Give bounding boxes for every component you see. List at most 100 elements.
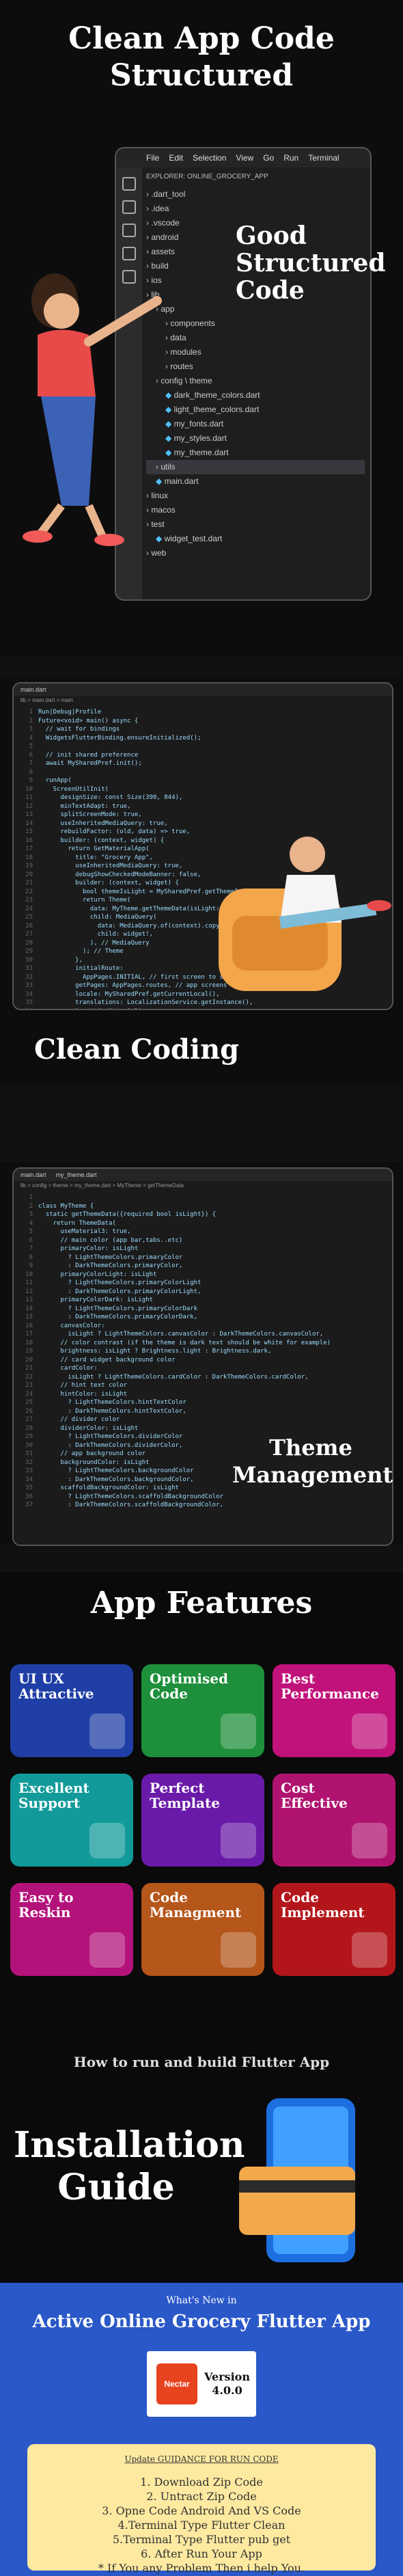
- version-card: Nectar Version 4.0.0: [147, 2351, 256, 2417]
- explorer-item[interactable]: › utils: [146, 460, 365, 474]
- line-number: 14: [25, 819, 33, 827]
- dart-file-icon: ◆: [165, 390, 174, 400]
- line-number: 4: [29, 1219, 33, 1227]
- hero-title-line2: Structured: [109, 58, 294, 93]
- explorer-item[interactable]: ◆ my_theme.dart: [146, 446, 365, 460]
- editor-tab[interactable]: my_theme.dart: [56, 1169, 97, 1181]
- explorer-item[interactable]: › linux: [146, 489, 365, 503]
- code-text: rebuildFactor: (old, data) => true,: [38, 828, 191, 835]
- guide-step: 6. After Run Your App: [141, 2547, 262, 2560]
- caption-line2: Management: [232, 1462, 393, 1488]
- code-line: 27 // divider color: [18, 1415, 392, 1424]
- explorer-item[interactable]: ◆ my_styles.dart: [146, 431, 365, 446]
- files-icon[interactable]: [122, 177, 136, 191]
- explorer-item[interactable]: › components: [146, 316, 365, 331]
- explorer-item[interactable]: ◆ main.dart: [146, 474, 365, 489]
- version-label: Version: [204, 2370, 250, 2383]
- code-line: 25 ? LightThemeColors.hintTextColor: [18, 1398, 392, 1407]
- line-number: 29: [25, 1433, 33, 1440]
- explorer-item-label: assets: [151, 247, 176, 256]
- line-number: 11: [25, 794, 33, 801]
- code-line: 23 // hint text color: [18, 1381, 392, 1390]
- chair-illustration: [219, 837, 391, 991]
- explorer-item[interactable]: ◆ light_theme_colors.dart: [146, 403, 365, 417]
- explorer-item[interactable]: › web: [146, 546, 365, 560]
- code-line: 7 primaryColor: isLight: [18, 1245, 392, 1253]
- editor-tab[interactable]: main.dart: [20, 1169, 46, 1181]
- code-text: isLight ? LightThemeColors.canvasColor :…: [38, 1331, 324, 1338]
- editor-breadcrumb: lib > main.dart > main: [20, 697, 73, 703]
- code-line: 2 class MyTheme {: [18, 1202, 392, 1211]
- explorer-item[interactable]: › data: [146, 331, 365, 345]
- hero-title-line1: Clean App Code: [68, 21, 335, 56]
- explorer-item[interactable]: › routes: [146, 360, 365, 374]
- code-line: 10 ScreenUtilInit(: [18, 785, 392, 794]
- run-debug-icon[interactable]: [122, 247, 136, 260]
- explorer-item[interactable]: ◆ widget_test.dart: [146, 532, 365, 546]
- line-number: 26: [25, 1407, 33, 1415]
- line-number: 9: [29, 1262, 33, 1269]
- code-text: : DarkThemeColors.primaryColorDark,: [38, 1314, 197, 1320]
- code-line: 11 ? LightThemeColors.primaryColorLight: [18, 1279, 392, 1288]
- explorer-item[interactable]: › .dart_tool: [146, 187, 365, 202]
- code-text: ? LightThemeColors.primaryColorLight: [38, 1279, 202, 1286]
- line-number: 20: [25, 1356, 33, 1364]
- code-text: debugShowCheckedModeBanner: false,: [38, 871, 202, 878]
- code-line: 7 await MySharedPref.init();: [18, 759, 392, 768]
- code-text: useInheritedMediaQuery: true,: [38, 863, 183, 869]
- explorer-item[interactable]: ◆ my_fonts.dart: [146, 417, 365, 431]
- feature-card: Excellent Support: [10, 1774, 133, 1867]
- explorer-item[interactable]: › test: [146, 517, 365, 532]
- line-number: 32: [25, 1459, 33, 1466]
- code-line: 9 runApp(: [18, 776, 392, 785]
- code-text: ? LightThemeColors.dividerColor: [38, 1433, 183, 1440]
- code-text: static getThemeData({required bool isLig…: [38, 1211, 217, 1218]
- menu-item[interactable]: File: [146, 153, 159, 163]
- install-title-line1: Installation: [14, 2124, 245, 2166]
- line-number: 5: [29, 1228, 33, 1235]
- code-line: 2 Future<void> main() async {: [18, 717, 392, 726]
- line-number: 21: [25, 1365, 33, 1372]
- code-line: 14 ? LightThemeColors.primaryColorDark: [18, 1305, 392, 1314]
- code-text: Run|Debug|Profile: [38, 709, 102, 716]
- explorer-header: EXPLORER: ONLINE_GROCERY_APP: [146, 173, 268, 180]
- code-line: 4 return ThemeData(: [18, 1219, 392, 1228]
- line-number: 34: [25, 990, 33, 998]
- explorer-item-label: android: [151, 232, 179, 242]
- line-number: 36: [25, 1493, 33, 1500]
- source-control-icon[interactable]: [122, 223, 136, 237]
- editor-tab[interactable]: main.dart: [14, 683, 392, 696]
- menu-item[interactable]: View: [236, 153, 253, 163]
- menu-item[interactable]: Go: [263, 153, 274, 163]
- code-text: initialRoute:: [38, 965, 124, 972]
- explorer-item[interactable]: › macos: [146, 503, 365, 517]
- menu-item[interactable]: Edit: [169, 153, 183, 163]
- clean-coding-caption: Clean Coding: [34, 1033, 240, 1066]
- feature-card: Easy to Reskin: [10, 1883, 133, 1976]
- feature-icon: [89, 1932, 125, 1968]
- code-text: : DarkThemeColors.scaffoldBackgroundColo…: [38, 1502, 223, 1508]
- line-number: 19: [25, 1348, 33, 1355]
- feature-card: Code Implement: [273, 1883, 395, 1976]
- code-text: // app background color: [38, 1450, 146, 1457]
- code-text: primaryColorLight: isLight: [38, 1271, 157, 1278]
- menu-item[interactable]: Terminal: [308, 153, 339, 163]
- line-number: 8: [29, 768, 33, 776]
- menu-item[interactable]: Selection: [193, 153, 226, 163]
- explorer-item[interactable]: › config \ theme: [146, 374, 365, 388]
- explorer-item[interactable]: › modules: [146, 345, 365, 360]
- explorer-item-label: modules: [170, 347, 202, 357]
- my-theme-editor: main.dart my_theme.dart lib > config > th…: [12, 1167, 393, 1546]
- explorer-item[interactable]: ◆ dark_theme_colors.dart: [146, 388, 365, 403]
- code-text: minTextAdapt: true,: [38, 802, 131, 810]
- menu-item[interactable]: Run: [283, 153, 298, 163]
- code-text: // init shared preference: [38, 751, 139, 759]
- code-text: : DarkThemeColors.primaryColorLight,: [38, 1288, 202, 1295]
- theme-section: main.dart my_theme.dart lib > config > th…: [0, 1162, 403, 1546]
- code-text: return ThemeData(: [38, 1219, 116, 1227]
- search-icon[interactable]: [122, 200, 136, 214]
- code-text: isLight ? LightThemeColors.cardColor : D…: [38, 1373, 309, 1381]
- feature-icon: [221, 1823, 256, 1858]
- code-line: 37 : DarkThemeColors.scaffoldBackgroundC…: [18, 1501, 392, 1510]
- explorer-item[interactable]: › .idea: [146, 202, 365, 216]
